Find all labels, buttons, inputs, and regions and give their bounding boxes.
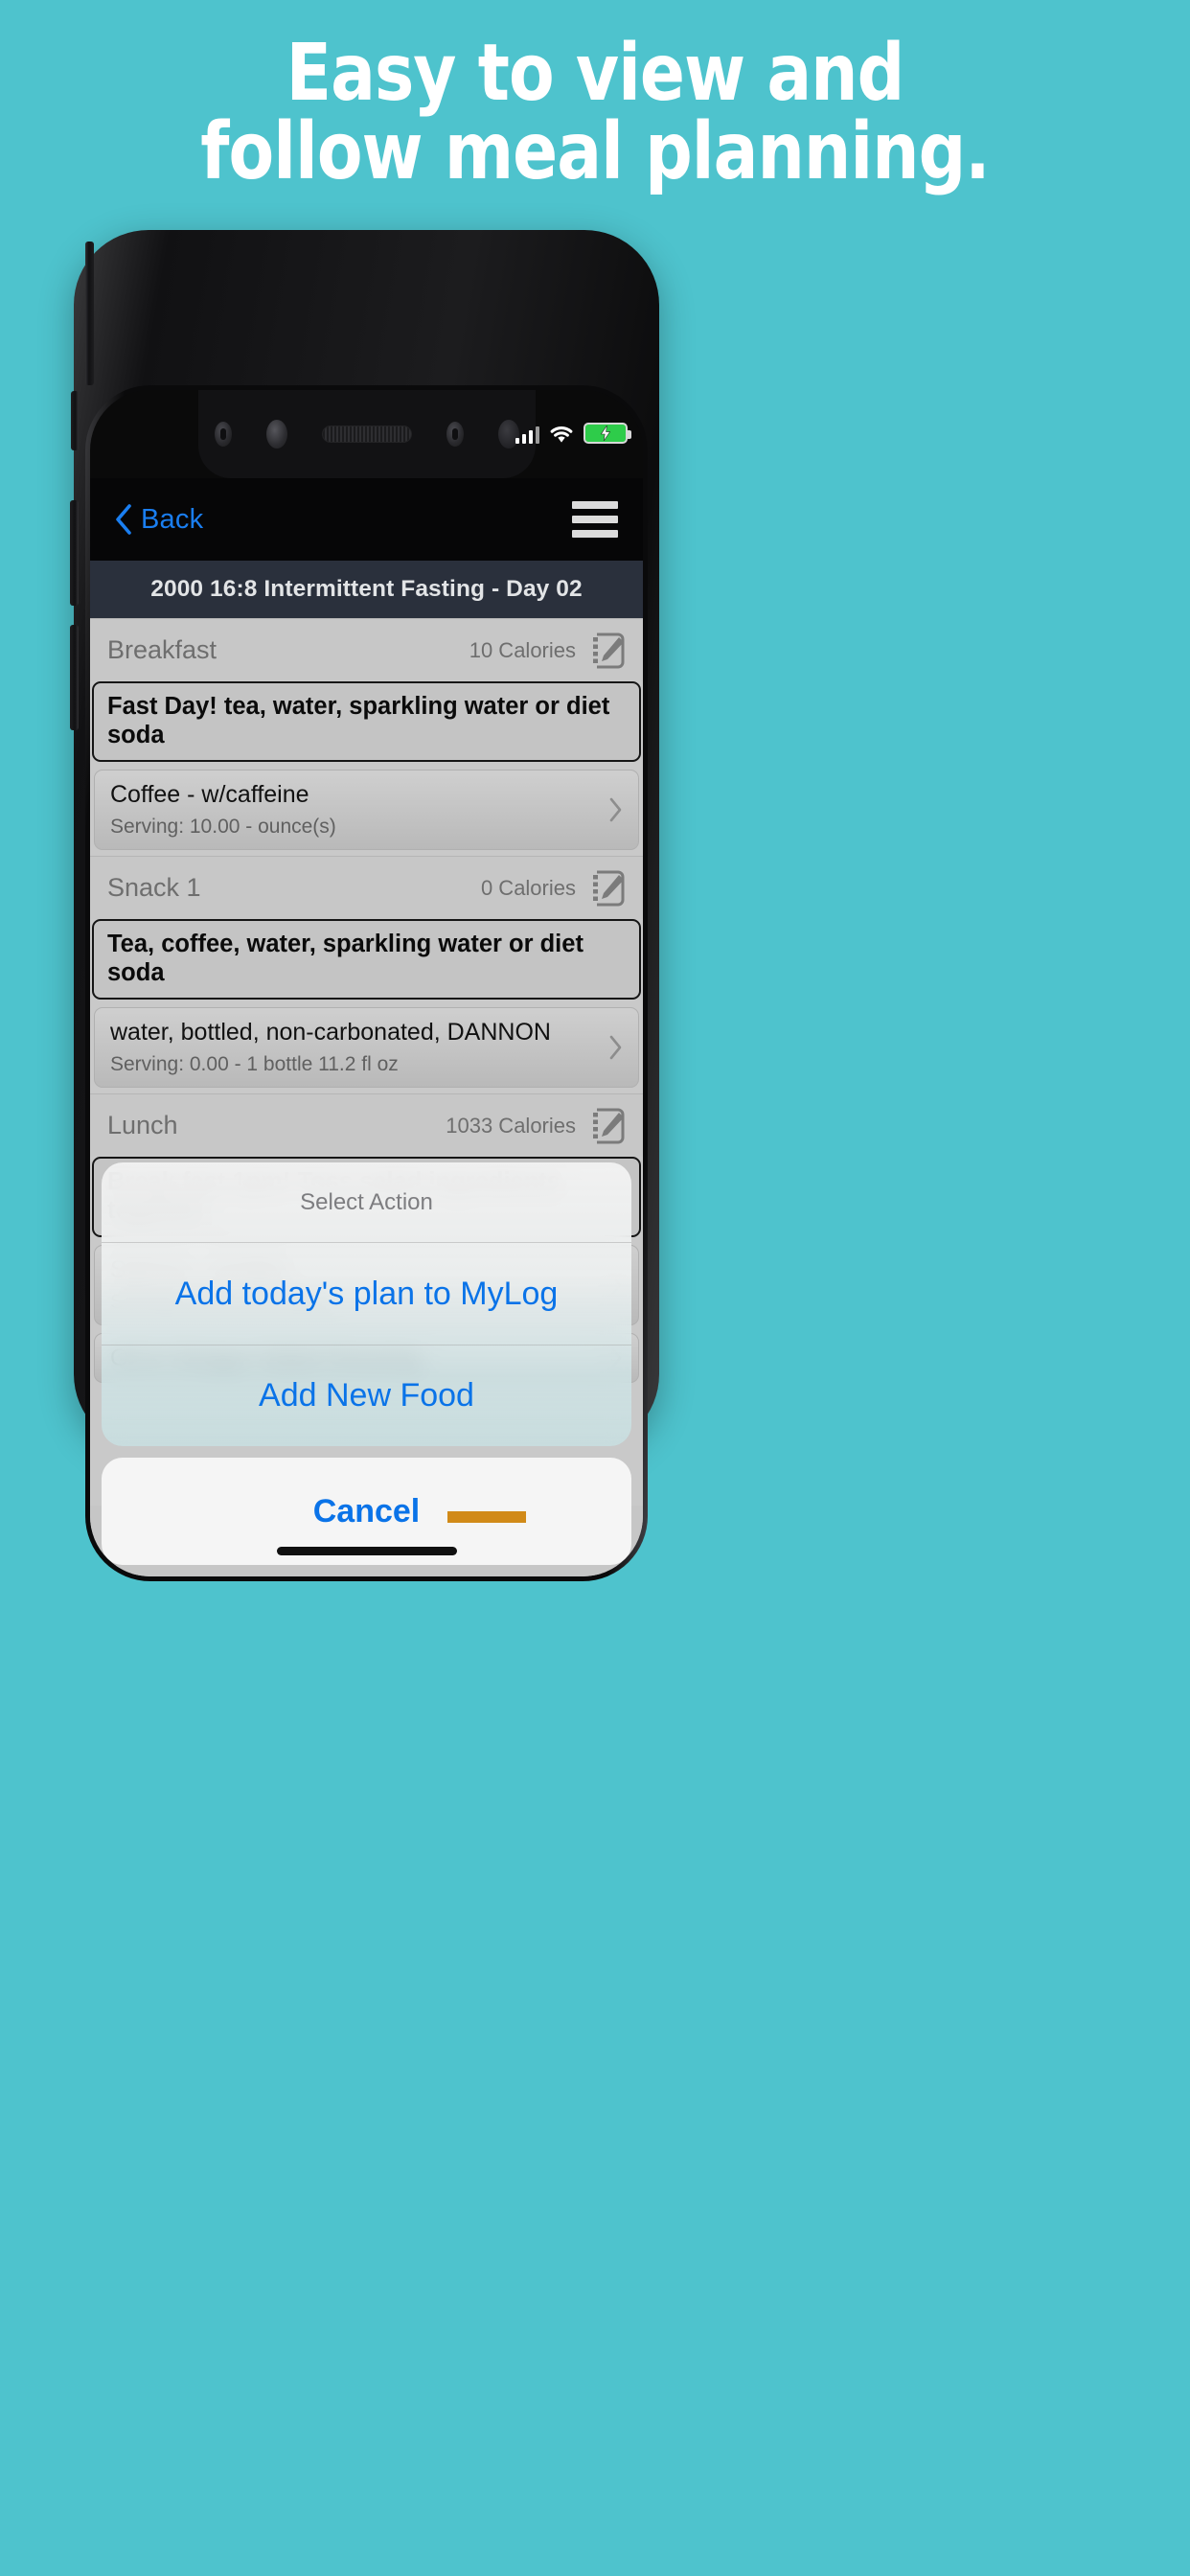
meal-calories: 10 Calories — [469, 637, 576, 662]
meal-name: Snack 1 — [107, 873, 201, 902]
meal-calories: 1033 Calories — [446, 1113, 576, 1138]
wifi-icon — [549, 425, 574, 444]
food-serving: Serving: 0.00 - 1 bottle 11.2 fl oz — [110, 1053, 399, 1075]
food-serving: Serving: 10.00 - ounce(s) — [110, 816, 336, 838]
food-row[interactable]: Coffee - w/caffeine Serving: 10.00 - oun… — [94, 770, 639, 850]
plan-title-bar: 2000 16:8 Intermittent Fasting - Day 02 — [90, 561, 643, 618]
action-sheet-group: Select Action Add today's plan to MyLog … — [102, 1162, 631, 1446]
meal-section-header: Snack 1 0 Calories — [90, 856, 643, 919]
back-button-label: Back — [141, 503, 204, 535]
promo-screenshot: Easy to view and follow meal planning. B… — [0, 0, 1190, 2576]
meal-section-header: Lunch 1033 Calories — [90, 1093, 643, 1157]
status-bar — [515, 423, 631, 444]
proximity-sensor-icon — [214, 422, 232, 447]
hamburger-menu-icon[interactable] — [572, 501, 618, 538]
page-title: 2000 16:8 Intermittent Fasting - Day 02 — [150, 576, 583, 602]
meal-section-header: Breakfast 10 Calories — [90, 618, 643, 681]
chevron-left-icon — [116, 504, 131, 535]
note-edit-icon[interactable] — [589, 631, 628, 671]
action-add-new-food[interactable]: Add New Food — [102, 1345, 631, 1446]
promo-headline: Easy to view and follow meal planning. — [35, 28, 1154, 197]
battery-charging-icon — [584, 423, 631, 444]
back-button[interactable]: Back — [115, 504, 203, 536]
food-row[interactable]: water, bottled, non-carbonated, DANNON S… — [94, 1007, 639, 1088]
phone-device-frame: Back 2000 16:8 Intermittent Fasting - Da… — [70, 230, 659, 1581]
headline-line-2: follow meal planning. — [200, 106, 990, 197]
cellular-signal-icon — [515, 426, 539, 444]
note-edit-icon[interactable] — [589, 868, 628, 908]
meal-name: Lunch — [107, 1111, 178, 1139]
meal-name: Breakfast — [107, 635, 217, 664]
action-sheet-title: Select Action — [102, 1162, 631, 1243]
phone-screen: Back 2000 16:8 Intermittent Fasting - Da… — [90, 390, 643, 1576]
ambient-light-sensor-icon — [265, 420, 287, 448]
power-button[interactable] — [85, 242, 94, 385]
mute-switch-button[interactable] — [71, 391, 79, 450]
volume-up-button[interactable] — [70, 500, 79, 606]
action-add-plan-to-mylog[interactable]: Add today's plan to MyLog — [102, 1243, 631, 1345]
app-navigation-bar: Back — [90, 478, 643, 561]
volume-down-button[interactable] — [70, 625, 79, 730]
food-name: water, bottled, non-carbonated, DANNON — [110, 1019, 551, 1046]
device-notch — [197, 390, 536, 478]
phone-bezel: Back 2000 16:8 Intermittent Fasting - Da… — [85, 385, 648, 1581]
food-name: Coffee - w/caffeine — [110, 781, 309, 808]
chevron-right-icon — [609, 1035, 622, 1060]
action-sheet: Select Action Add today's plan to MyLog … — [90, 1162, 643, 1576]
headline-line-1: Easy to view and — [286, 28, 905, 119]
chevron-right-icon — [609, 797, 622, 822]
home-indicator[interactable] — [276, 1547, 457, 1555]
earpiece-speaker-icon — [321, 426, 412, 443]
meal-note: Tea, coffee, water, sparkling water or d… — [92, 919, 641, 1000]
note-edit-icon[interactable] — [589, 1106, 628, 1146]
meal-note: Fast Day! tea, water, sparkling water or… — [92, 681, 641, 762]
orange-progress-bar — [447, 1511, 526, 1523]
meal-calories: 0 Calories — [480, 875, 576, 900]
front-camera-icon — [446, 422, 464, 447]
